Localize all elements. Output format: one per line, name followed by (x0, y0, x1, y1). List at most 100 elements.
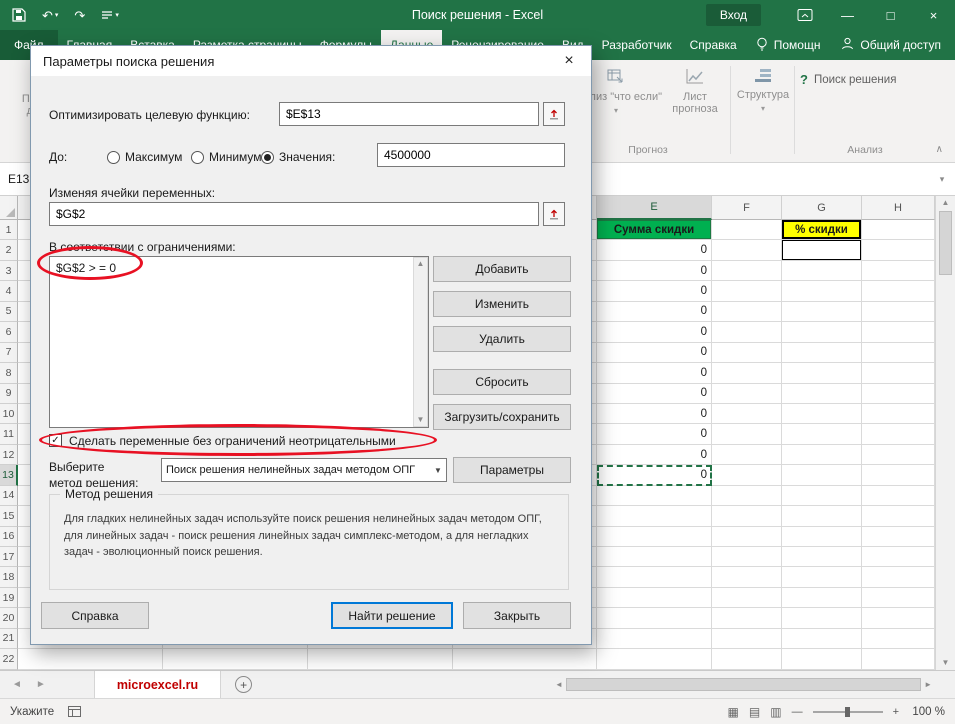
cell-G11[interactable] (782, 424, 862, 444)
cell-H11[interactable] (862, 424, 935, 444)
cell-E18[interactable] (597, 567, 712, 587)
cell-H6[interactable] (862, 322, 935, 342)
cell-E19[interactable] (597, 588, 712, 608)
cell-F4[interactable] (712, 281, 782, 301)
cell-G13[interactable] (782, 465, 862, 485)
row-header-17[interactable]: 17 (0, 547, 18, 567)
row-header-13[interactable]: 13 (0, 465, 18, 485)
cell-G17[interactable] (782, 547, 862, 567)
cell-G2[interactable] (782, 240, 862, 260)
cell-F12[interactable] (712, 445, 782, 465)
cell-H17[interactable] (862, 547, 935, 567)
ribbon-display-options-button[interactable] (783, 0, 826, 30)
cell-A22[interactable] (18, 649, 163, 669)
nonnegative-checkbox[interactable]: ✓ (49, 434, 62, 447)
cell-E4[interactable]: 0 (597, 281, 712, 301)
row-header-15[interactable]: 15 (0, 506, 18, 526)
constraints-scrollbar[interactable]: ▲ ▼ (413, 257, 428, 427)
scroll-right-icon[interactable]: ► (924, 681, 932, 689)
load-save-button[interactable]: Загрузить/сохранить (433, 404, 571, 430)
tab-справка[interactable]: Справка (681, 30, 746, 60)
cell-E22[interactable] (597, 649, 712, 669)
cell-H2[interactable] (862, 240, 935, 260)
cell-G14[interactable] (782, 486, 862, 506)
radio-min-label[interactable]: Минимум (209, 150, 262, 164)
cell-G19[interactable] (782, 588, 862, 608)
cell-E21[interactable] (597, 629, 712, 649)
cell-E10[interactable]: 0 (597, 404, 712, 424)
cell-F15[interactable] (712, 506, 782, 526)
zoom-slider-thumb[interactable] (845, 707, 850, 717)
horizontal-scrollbar-thumb[interactable] (566, 678, 921, 691)
prev-sheet-icon[interactable]: ◄ (12, 679, 22, 690)
variables-range-button[interactable] (543, 202, 565, 226)
cell-H14[interactable] (862, 486, 935, 506)
cell-E3[interactable]: 0 (597, 261, 712, 281)
solve-button[interactable]: Найти решение (331, 602, 453, 629)
cell-H15[interactable] (862, 506, 935, 526)
select-all-corner[interactable] (0, 196, 18, 220)
macro-record-icon[interactable] (68, 706, 81, 717)
cell-G10[interactable] (782, 404, 862, 424)
cell-E14[interactable] (597, 486, 712, 506)
cell-F11[interactable] (712, 424, 782, 444)
cell-F16[interactable] (712, 527, 782, 547)
cell-G9[interactable] (782, 384, 862, 404)
cell-H5[interactable] (862, 302, 935, 322)
row-header-9[interactable]: 9 (0, 384, 18, 404)
cell-E16[interactable] (597, 527, 712, 547)
next-sheet-icon[interactable]: ► (36, 679, 46, 690)
collapse-ribbon-button[interactable]: ∧ (936, 144, 943, 155)
row-header-22[interactable]: 22 (0, 649, 18, 669)
row-header-11[interactable]: 11 (0, 424, 18, 444)
cell-H1[interactable] (862, 220, 935, 240)
cell-G4[interactable] (782, 281, 862, 301)
sheet-tab-active[interactable]: microexcel.ru (94, 671, 221, 698)
nonnegative-label[interactable]: Сделать переменные без ограничений неотр… (69, 434, 396, 448)
row-header-2[interactable]: 2 (0, 240, 18, 260)
method-select[interactable]: Поиск решения нелинейных задач методом О… (161, 458, 447, 482)
cell-E7[interactable]: 0 (597, 343, 712, 363)
cell-F14[interactable] (712, 486, 782, 506)
cell-G18[interactable] (782, 567, 862, 587)
row-header-8[interactable]: 8 (0, 363, 18, 383)
cell-H20[interactable] (862, 608, 935, 628)
cell-E20[interactable] (597, 608, 712, 628)
row-header-12[interactable]: 12 (0, 445, 18, 465)
row-header-14[interactable]: 14 (0, 486, 18, 506)
cell-E15[interactable] (597, 506, 712, 526)
cell-E17[interactable] (597, 547, 712, 567)
cell-G6[interactable] (782, 322, 862, 342)
cell-G16[interactable] (782, 527, 862, 547)
cell-H8[interactable] (862, 363, 935, 383)
cell-H12[interactable] (862, 445, 935, 465)
row-header-3[interactable]: 3 (0, 261, 18, 281)
view-page-break-icon[interactable]: ▥ (770, 705, 781, 719)
close-button[interactable]: × (912, 0, 955, 30)
zoom-in-button[interactable]: + (893, 706, 899, 718)
cell-E13[interactable]: 0 (597, 465, 712, 485)
formula-bar-expand-icon[interactable]: ▾ (929, 163, 955, 195)
row-header-5[interactable]: 5 (0, 302, 18, 322)
dialog-close-button[interactable]: × (547, 46, 591, 76)
cell-F6[interactable] (712, 322, 782, 342)
cell-E8[interactable]: 0 (597, 363, 712, 383)
cell-G21[interactable] (782, 629, 862, 649)
row-header-10[interactable]: 10 (0, 404, 18, 424)
cell-H22[interactable] (862, 649, 935, 669)
radio-max-label[interactable]: Максимум (125, 150, 182, 164)
sheet-nav-buttons[interactable]: ◄ ► (0, 671, 58, 698)
zoom-out-button[interactable]: — (792, 706, 803, 718)
cell-G22[interactable] (782, 649, 862, 669)
zoom-slider[interactable] (813, 711, 883, 713)
cell-C22[interactable] (308, 649, 453, 669)
cell-E9[interactable]: 0 (597, 384, 712, 404)
minimize-button[interactable]: — (826, 0, 869, 30)
row-header-1[interactable]: 1 (0, 220, 18, 240)
cell-F19[interactable] (712, 588, 782, 608)
cell-H10[interactable] (862, 404, 935, 424)
vertical-scrollbar[interactable]: ▲ ▼ (935, 196, 955, 670)
cell-F3[interactable] (712, 261, 782, 281)
constraints-list[interactable]: $G$2 > = 0 (49, 256, 429, 428)
cell-G1[interactable]: % скидки (782, 220, 862, 240)
